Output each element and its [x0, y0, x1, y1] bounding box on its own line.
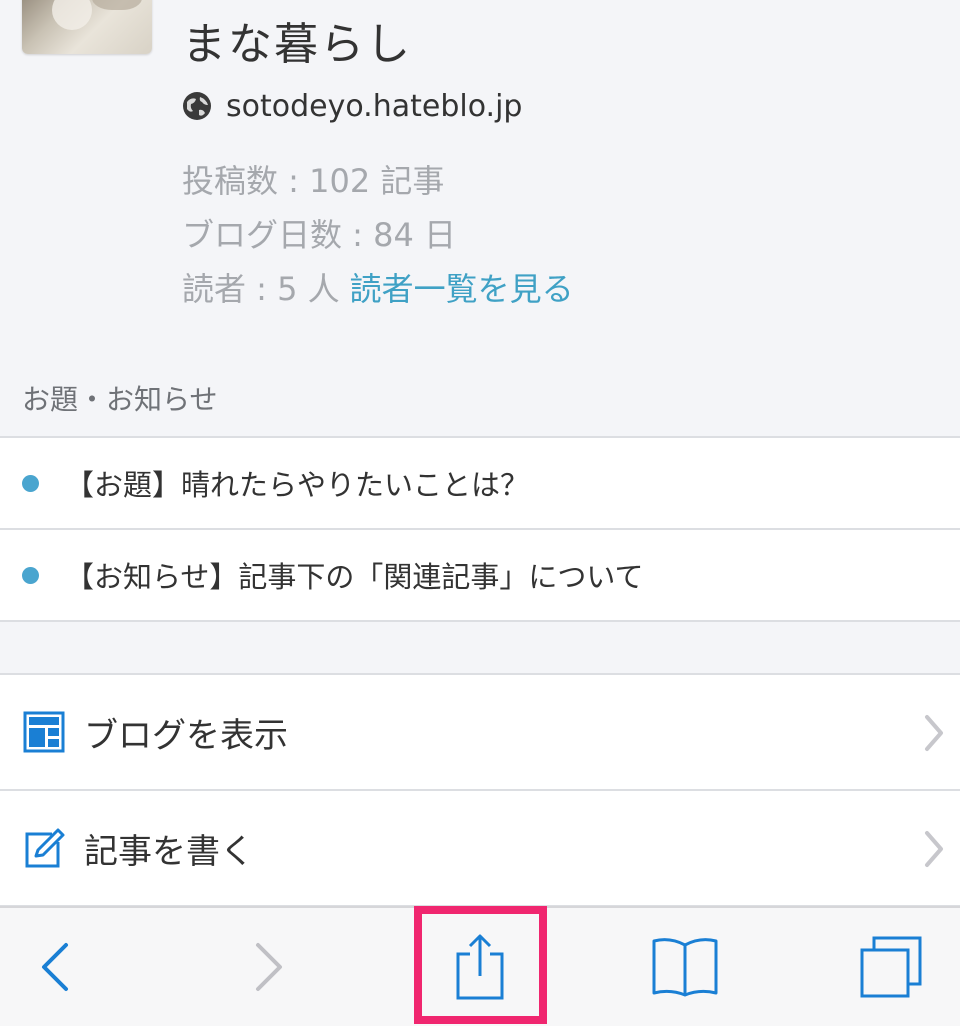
- chevron-left-icon: [42, 943, 68, 991]
- readers-row: 読者 : 5 人読者一覧を見る: [182, 264, 574, 310]
- share-highlight-box: [414, 906, 547, 1024]
- globe-icon: [183, 92, 211, 120]
- blog-url[interactable]: sotodeyo.hateblo.jp: [226, 89, 522, 124]
- menu-item-write-post[interactable]: 記事を書く: [0, 791, 960, 907]
- blog-url-row[interactable]: sotodeyo.hateblo.jp: [182, 86, 522, 126]
- book-icon: [652, 938, 718, 997]
- bullet-dot-icon: [22, 474, 39, 492]
- readers-count: 読者 : 5 人: [182, 270, 340, 308]
- back-button[interactable]: [20, 908, 90, 1026]
- notice-list: 【お題】晴れたらやりたいことは？ 【お知らせ】記事下の「関連記事」について: [0, 436, 960, 622]
- menu-item-label: ブログを表示: [84, 715, 288, 756]
- notices-section-label: お題・お知らせ: [22, 383, 218, 416]
- chevron-right-icon: [256, 943, 282, 991]
- chevron-right-icon: [925, 831, 943, 867]
- tabs-icon: [860, 936, 922, 998]
- layout-icon: [23, 711, 65, 753]
- blog-days: ブログ日数 : 84 日: [182, 216, 457, 254]
- profile-header: まな暮らし sotodeyo.hateblo.jp 投稿数 : 102 記事 ブ…: [0, 0, 960, 370]
- posts-count: 投稿数 : 102 記事: [182, 162, 445, 200]
- notice-text: 【お題】晴れたらやりたいことは？: [65, 468, 530, 502]
- bullet-dot-icon: [22, 566, 39, 584]
- forward-button[interactable]: [234, 908, 304, 1026]
- menu-item-view-blog[interactable]: ブログを表示: [0, 675, 960, 791]
- notice-text: 【お知らせ】記事下の「関連記事」について: [65, 560, 644, 594]
- bookmarks-button[interactable]: [640, 908, 730, 1026]
- avatar[interactable]: [22, 0, 152, 54]
- chevron-right-icon: [925, 715, 943, 751]
- tabs-button[interactable]: [846, 908, 936, 1026]
- edit-icon: [25, 828, 65, 868]
- readers-list-link[interactable]: 読者一覧を見る: [350, 270, 574, 308]
- menu-item-label: 記事を書く: [84, 831, 254, 872]
- menu-list: ブログを表示 記事を書く: [0, 673, 960, 907]
- notice-item[interactable]: 【お題】晴れたらやりたいことは？: [0, 438, 960, 530]
- blog-title: まな暮らし: [182, 19, 412, 70]
- notice-item[interactable]: 【お知らせ】記事下の「関連記事」について: [0, 530, 960, 622]
